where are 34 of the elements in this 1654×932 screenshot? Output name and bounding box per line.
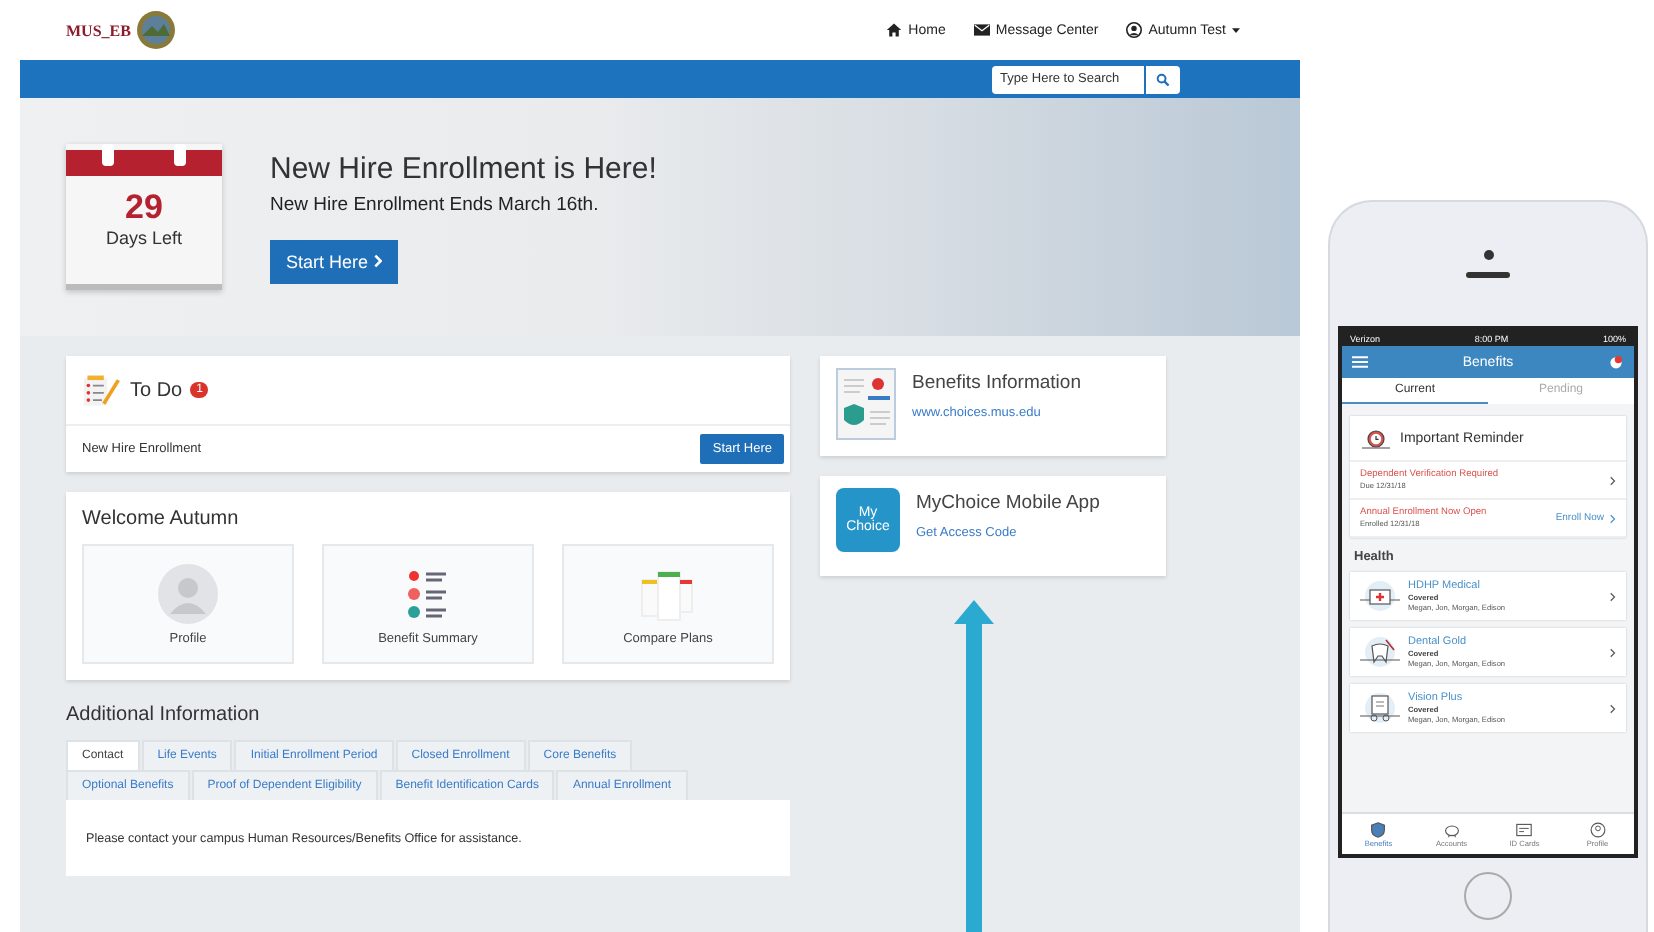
start-here-button[interactable]: Start Here [270,239,399,284]
hero-title: New Hire Enrollment is Here! [270,151,657,186]
document-icon [836,368,896,440]
shield-icon [1370,821,1387,837]
user-icon [1589,821,1606,837]
menu-icon[interactable] [1352,354,1368,370]
logo-text: MUS_EB [66,21,131,40]
todo-title: To Do [130,379,183,401]
user-icon [1126,22,1143,39]
chevron-icon [1610,475,1616,485]
envelope-icon [973,22,990,39]
alarm-clock-icon [1362,426,1390,450]
card-title: Benefits Information [912,372,1081,394]
days-count: 29 [125,188,163,229]
chevron-icon [374,254,383,269]
hero-subtitle: New Hire Enrollment Ends March 16th. [270,193,599,216]
days-label: Days Left [105,228,183,249]
card-title: MyChoice Mobile App [916,492,1100,514]
chevron-icon [1610,513,1616,523]
seal-logo-icon [136,10,177,51]
search-icon[interactable] [1146,65,1180,94]
tooth-icon [1360,636,1400,668]
chevron-icon [1610,647,1616,657]
home-icon [886,22,903,39]
id-card-icon [1516,821,1533,837]
medical-bag-icon [1360,580,1400,612]
section-title: Additional Information [66,704,262,726]
caret-icon [1232,27,1240,34]
chevron-icon [1610,703,1616,713]
chevron-icon [1610,591,1616,601]
welcome-title: Welcome Autumn [82,508,241,530]
eye-chart-icon [1360,692,1400,724]
checklist-icon [82,373,122,407]
avatar-icon [158,563,218,623]
